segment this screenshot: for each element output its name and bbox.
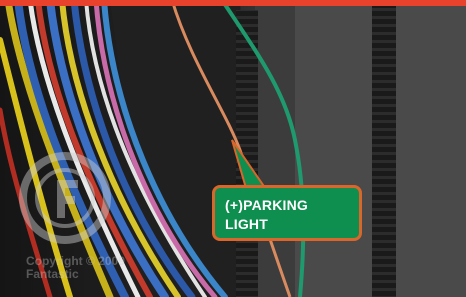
ribbed-strip-right xyxy=(372,5,396,297)
f-circle-logo-icon xyxy=(19,152,111,244)
wiring-photo xyxy=(0,0,466,297)
copyright-watermark: Copyright © 2009 Fantastic xyxy=(26,255,125,281)
parking-light-callout: (+)PARKING LIGHT xyxy=(212,185,362,241)
photo-frame: (+)PARKING LIGHT Copyright © 2009 Fantas… xyxy=(0,0,466,297)
watermark-line-2: Fantastic xyxy=(26,267,79,281)
top-banner xyxy=(0,0,466,6)
callout-line-2: LIGHT xyxy=(225,216,268,232)
callout-line-1: (+)PARKING xyxy=(225,197,309,213)
